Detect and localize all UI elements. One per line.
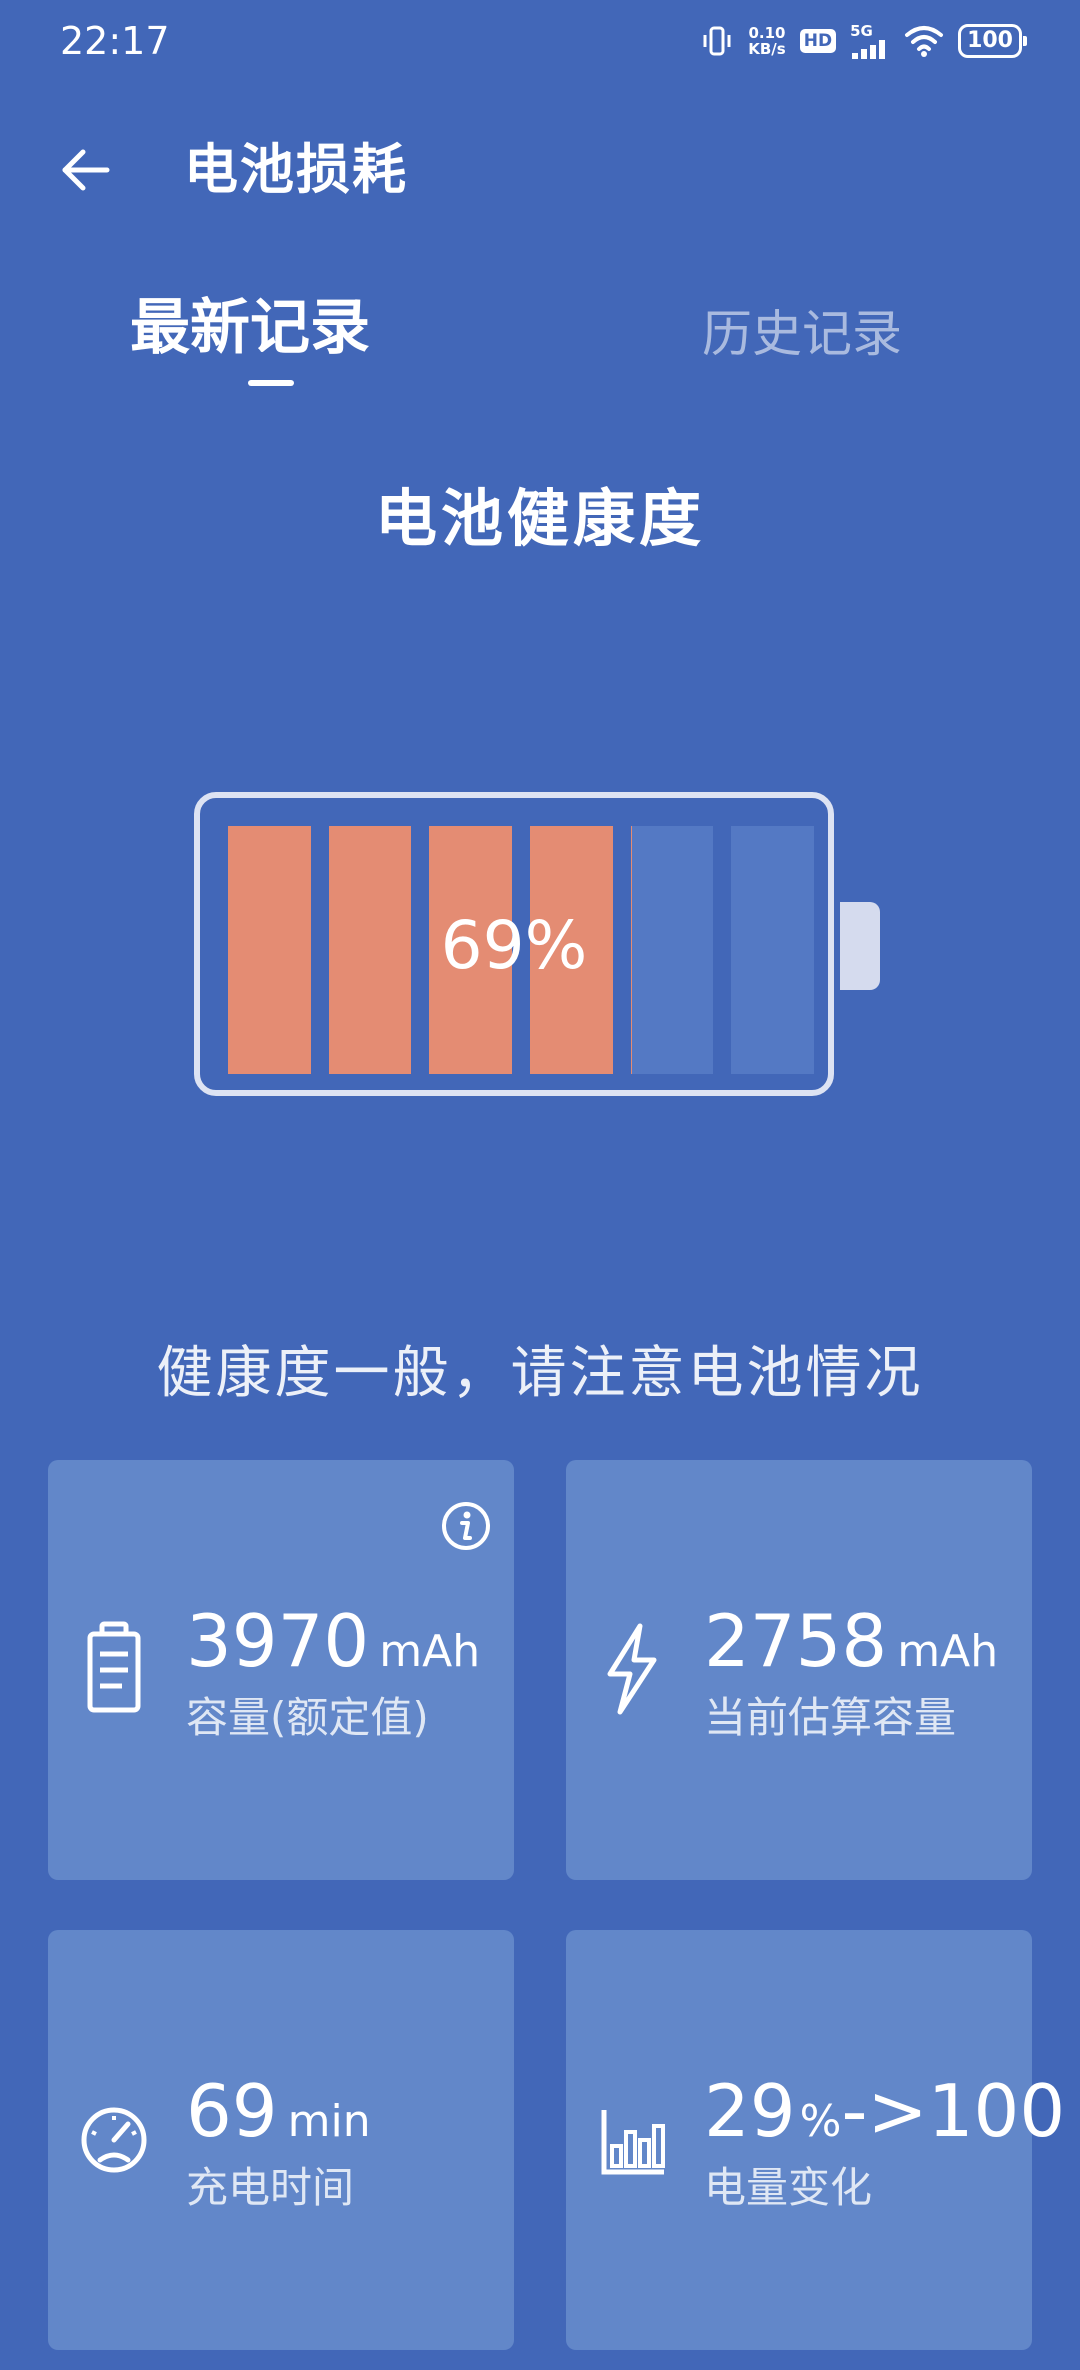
- info-button[interactable]: [440, 1500, 492, 1552]
- cellular-signal: 5G: [850, 21, 890, 59]
- charge-change-value: 29%->100: [704, 2068, 1065, 2154]
- info-icon: [442, 1502, 490, 1550]
- network-type-label: 5G: [850, 21, 873, 40]
- battery-health-percent: 69%: [440, 907, 588, 984]
- status-bar: 22:17 0.10 KB/s HD 5G 100: [0, 0, 1080, 84]
- estimated-capacity-value: 2758 mAh: [704, 1598, 998, 1684]
- status-time: 22:17: [60, 19, 170, 63]
- charging-time-unit: min: [287, 2096, 371, 2147]
- active-tab-indicator: [248, 380, 294, 386]
- rated-capacity-number: 3970: [186, 1599, 370, 1683]
- estimated-capacity-number: 2758: [704, 1599, 888, 1683]
- back-arrow-icon: [62, 149, 110, 191]
- rated-capacity-label: 容量(额定值): [186, 1693, 429, 1742]
- estimated-capacity-card: 2758 mAh 当前估算容量: [566, 1460, 1032, 1880]
- battery-terminal: [840, 902, 880, 990]
- charging-time-card: 69 min 充电时间: [48, 1930, 514, 2350]
- charge-start-unit: %: [799, 2096, 842, 2147]
- battery-health-title: 电池健康度: [374, 482, 705, 555]
- rated-capacity-card: 3970 mAh 容量(额定值): [48, 1460, 514, 1880]
- charge-end-number: ->100: [841, 2069, 1066, 2153]
- back-button[interactable]: [50, 130, 120, 210]
- charging-time-value: 69 min: [186, 2068, 371, 2154]
- rated-capacity-value: 3970 mAh: [186, 1598, 480, 1684]
- charge-start-number: 29: [704, 2069, 796, 2153]
- tab-history-records[interactable]: 历史记录: [702, 296, 902, 372]
- status-battery: 100: [958, 24, 1027, 58]
- speedometer-icon: [81, 2107, 147, 2173]
- charging-time-number: 69: [186, 2069, 278, 2153]
- network-speed-value: 0.10: [748, 24, 786, 42]
- battery-document-icon: [87, 1621, 141, 1713]
- charge-change-label: 电量变化: [704, 2163, 873, 2212]
- network-speed: 0.10 KB/s: [748, 25, 785, 57]
- bar-chart-icon: [601, 2110, 665, 2175]
- charge-change-card: 29%->100 电量变化: [566, 1930, 1065, 2350]
- estimated-capacity-label: 当前估算容量: [704, 1693, 957, 1742]
- tab-latest-records[interactable]: 最新记录: [130, 290, 370, 366]
- health-status-text: 健康度一般，请注意电池情况: [156, 1341, 924, 1406]
- estimated-capacity-unit: mAh: [897, 1626, 999, 1677]
- battery-health-gauge: 69%: [194, 792, 880, 1096]
- signal-bars-icon: [852, 39, 886, 59]
- vibrate-icon: [703, 26, 731, 56]
- battery-outline: 69%: [194, 792, 834, 1096]
- lightning-icon: [607, 1623, 657, 1715]
- rated-capacity-unit: mAh: [379, 1626, 481, 1677]
- page-title: 电池损耗: [184, 138, 408, 201]
- charging-time-label: 充电时间: [186, 2163, 355, 2212]
- status-icons: 0.10 KB/s HD 5G 100: [700, 18, 1027, 64]
- hd-badge: HD: [799, 29, 837, 53]
- network-speed-unit: KB/s: [748, 40, 786, 58]
- wifi-icon: [905, 26, 944, 57]
